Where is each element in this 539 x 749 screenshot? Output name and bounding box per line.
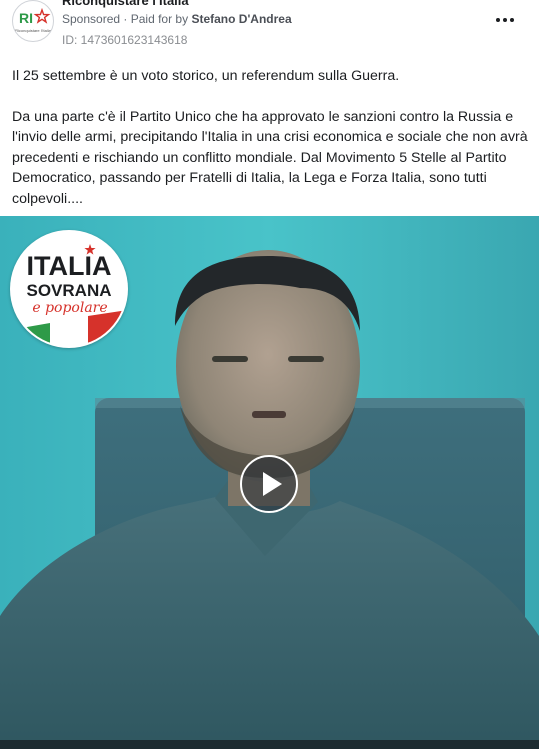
logo-line-3: e popolare bbox=[32, 300, 107, 316]
paid-for-by-name: Stefano D'Andrea bbox=[191, 12, 292, 26]
riconquistare-logo-icon: RI Riconquistare l'Italia bbox=[14, 2, 52, 40]
play-button[interactable] bbox=[240, 455, 298, 513]
post-body: Il 25 settembre è un voto storico, un re… bbox=[12, 66, 532, 229]
logo-line-1: ITALIA bbox=[27, 251, 112, 281]
sponsored-label: Sponsored bbox=[62, 12, 121, 26]
paid-for-prefix: · Paid for by bbox=[123, 12, 189, 26]
play-icon bbox=[263, 472, 282, 496]
more-options-button[interactable] bbox=[493, 12, 517, 28]
ad-id: ID: 1473601623143618 bbox=[62, 33, 188, 47]
page-name[interactable]: Riconquistare l'Italia bbox=[62, 0, 189, 8]
sponsor-line: Sponsored · Paid for by Stefano D'Andrea bbox=[62, 12, 292, 26]
logo-line-2: SOVRANA bbox=[26, 281, 111, 300]
post-paragraph-2: Da una parte c'è il Partito Unico che ha… bbox=[12, 108, 528, 207]
post-header: RI Riconquistare l'Italia Riconquistare … bbox=[0, 0, 539, 60]
italia-sovrana-logo-icon: ITALIA SOVRANA e popolare bbox=[12, 232, 126, 346]
avatar-logo-text: RI bbox=[19, 10, 33, 26]
page-avatar[interactable]: RI Riconquistare l'Italia bbox=[12, 0, 54, 42]
post-paragraph-1: Il 25 settembre è un voto storico, un re… bbox=[12, 68, 400, 84]
more-horizontal-icon bbox=[496, 18, 514, 22]
avatar-logo-subtext: Riconquistare l'Italia bbox=[15, 28, 51, 33]
italia-sovrana-logo: ITALIA SOVRANA e popolare bbox=[10, 230, 128, 348]
